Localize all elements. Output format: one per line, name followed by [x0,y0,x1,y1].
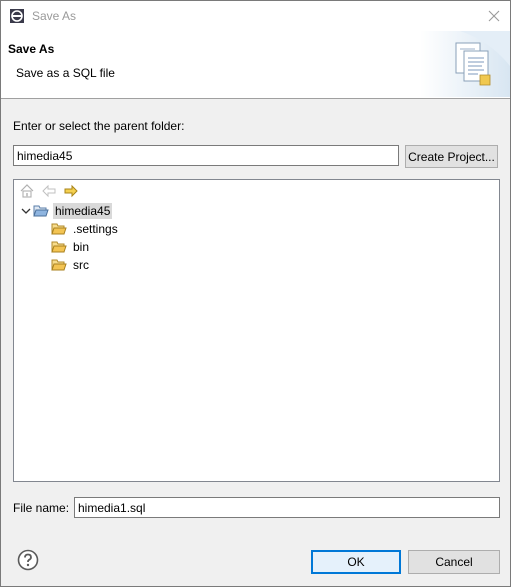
tree-item-src[interactable]: src [51,256,91,274]
tree-item-label: .settings [73,222,118,236]
tree-toolbar [14,180,499,202]
parent-folder-label: Enter or select the parent folder: [13,119,185,133]
tree-item-label: src [73,258,89,272]
tree-item-bin[interactable]: bin [51,238,91,256]
close-icon [488,10,500,22]
folder-icon [51,223,67,235]
folder-tree[interactable]: himedia45 .settings bin src [13,179,500,482]
tree-item-label: bin [73,240,90,254]
tree-item-project[interactable]: himedia45 [19,202,113,220]
chevron-down-icon[interactable] [19,204,33,218]
help-icon[interactable] [17,549,39,571]
file-name-label: File name: [13,501,70,515]
banner-title: Save As [8,42,55,56]
back-arrow-icon[interactable] [41,183,57,199]
window-title: Save As [32,9,77,23]
forward-arrow-icon[interactable] [63,183,79,199]
ok-button[interactable]: OK [311,550,401,574]
eclipse-app-icon [10,9,24,23]
folder-icon [51,241,67,253]
folder-icon [51,259,67,271]
home-icon[interactable] [19,183,35,199]
dialog-banner: Save As Save as a SQL file [1,31,510,99]
title-bar: Save As [1,1,510,31]
save-as-dialog: Save As Save As Save as a SQL file Enter… [0,0,511,587]
close-button[interactable] [478,1,510,31]
create-project-button[interactable]: Create Project... [405,145,498,168]
tree-item-settings[interactable]: .settings [51,220,120,238]
banner-description: Save as a SQL file [16,66,115,80]
tree-item-label: himedia45 [53,203,113,219]
cancel-button[interactable]: Cancel [408,550,500,574]
project-folder-icon [33,205,49,217]
save-document-icon [420,31,510,97]
parent-folder-input[interactable] [13,145,399,166]
file-name-input[interactable] [74,497,500,518]
